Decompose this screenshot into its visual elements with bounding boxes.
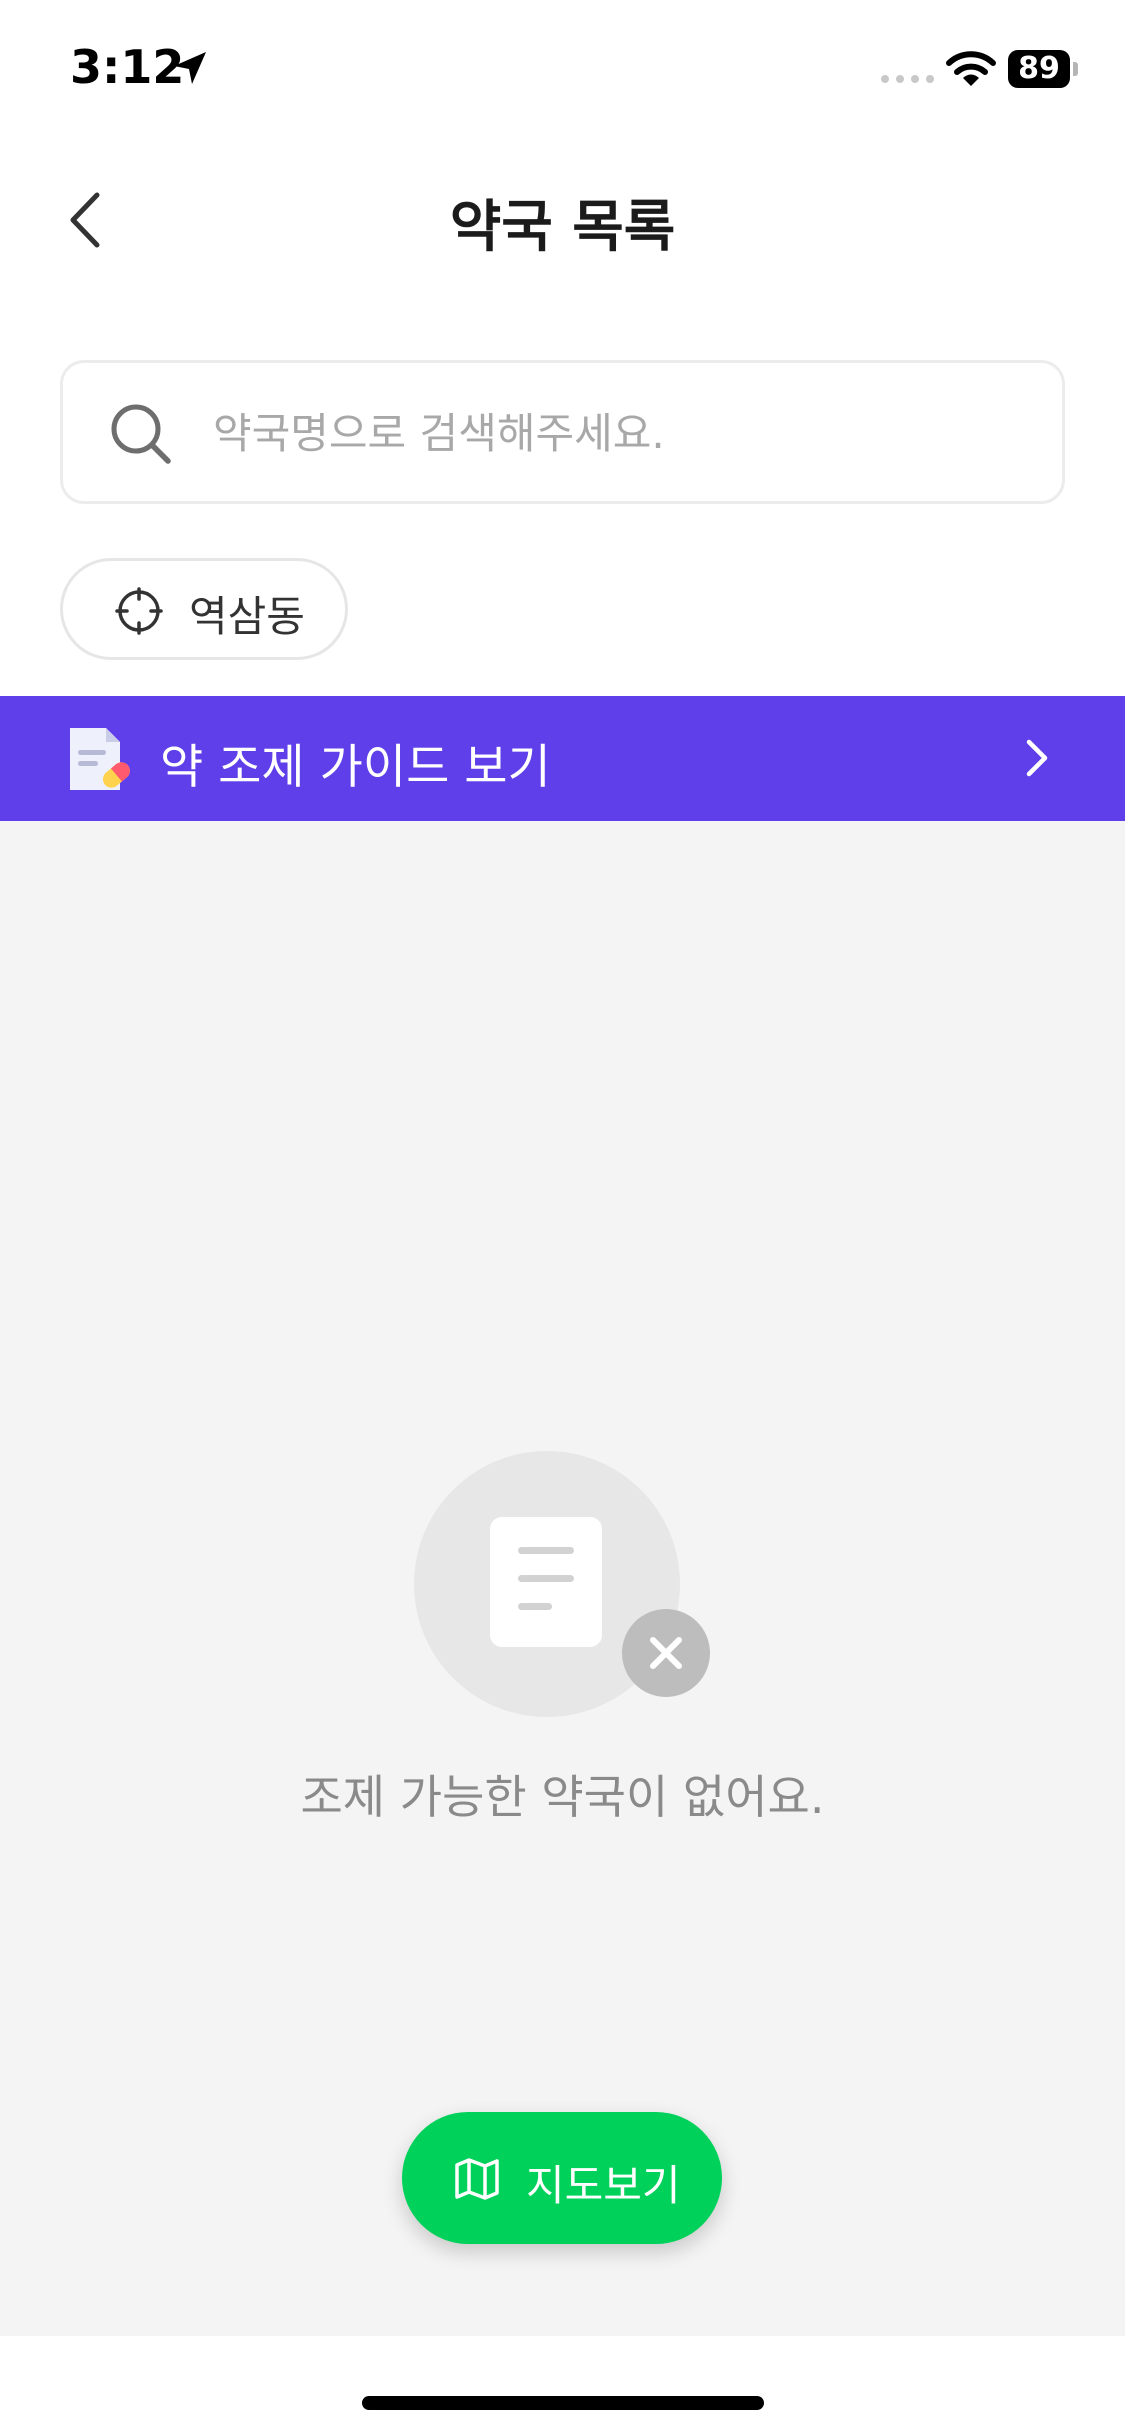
location-chip-label: 역삼동 (189, 592, 305, 641)
battery-level: 89 (1008, 50, 1070, 88)
search-icon (111, 404, 171, 464)
search-box[interactable] (60, 360, 1065, 504)
map-view-button[interactable]: 지도보기 (402, 2112, 722, 2244)
document-pill-icon (70, 728, 130, 790)
crosshair-icon (115, 587, 163, 635)
empty-state-illustration (412, 1451, 712, 1731)
empty-state-message: 조제 가능한 약국이 없어요. (300, 1770, 825, 1824)
close-icon (650, 1637, 682, 1669)
prescription-guide-banner[interactable]: 약 조제 가이드 보기 (0, 696, 1125, 821)
battery-icon: 89 (1008, 50, 1078, 88)
document-icon (490, 1517, 602, 1647)
location-arrow-icon (174, 52, 206, 84)
location-filter-chip[interactable]: 역삼동 (60, 558, 348, 660)
home-indicator[interactable] (362, 2396, 764, 2410)
map-button-label: 지도보기 (526, 2161, 681, 2210)
search-input[interactable] (211, 383, 1031, 483)
header: 약국 목록 (0, 140, 1125, 290)
empty-state-badge (622, 1609, 710, 1697)
chevron-right-icon (1026, 739, 1048, 777)
status-bar: 3:12 89 (0, 0, 1125, 140)
battery-tip (1073, 62, 1078, 76)
map-icon (455, 2158, 499, 2200)
wifi-icon (946, 51, 996, 86)
pharmacy-list-content: 조제 가능한 약국이 없어요. (0, 821, 1125, 2336)
signal-icon (881, 75, 934, 83)
home-indicator-area (0, 2336, 1125, 2436)
page-title: 약국 목록 (449, 195, 676, 260)
status-time: 3:12 (70, 40, 185, 94)
guide-banner-label: 약 조제 가이드 보기 (160, 740, 551, 795)
pharmacy-list-screen: 3:12 89 약국 목록 약국명으로 검색해주세요. 역삼동 약 조제 가이드… (0, 0, 1125, 2436)
